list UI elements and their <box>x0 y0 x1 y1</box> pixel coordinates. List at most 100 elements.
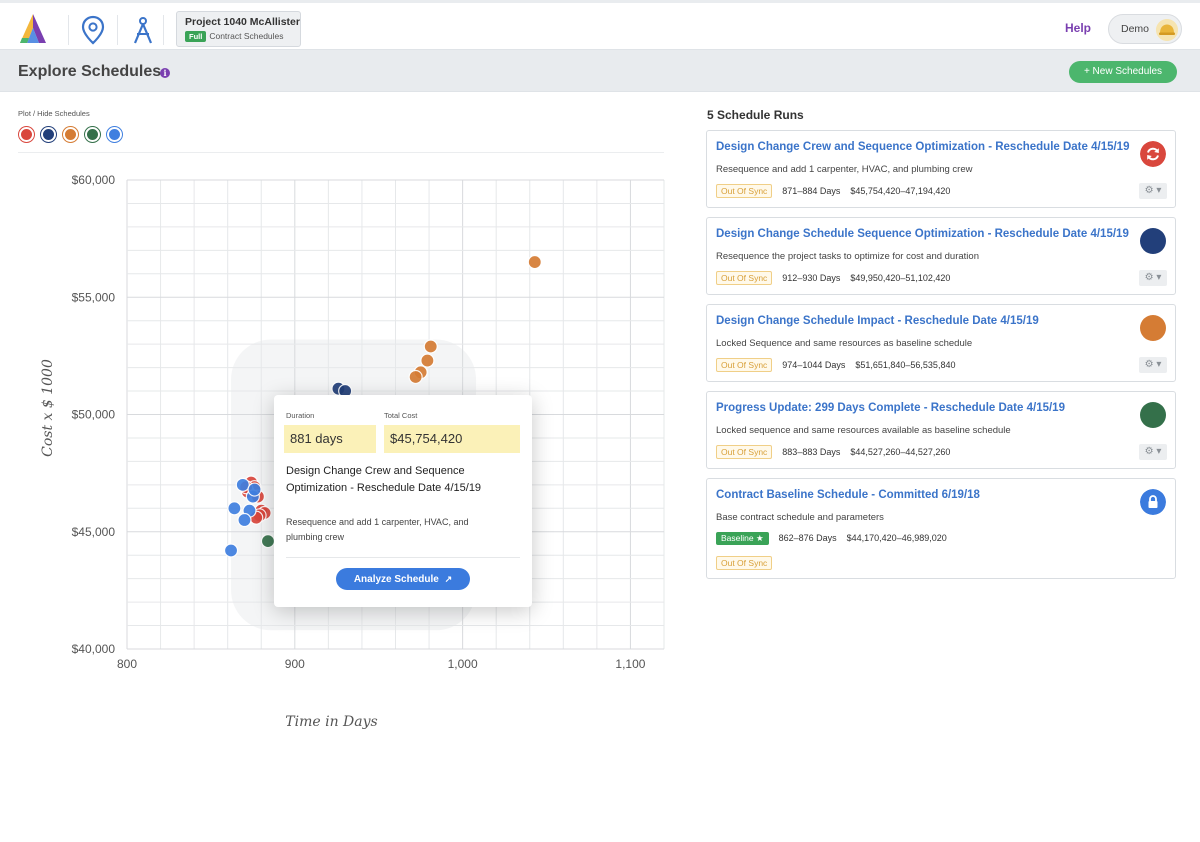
data-point <box>420 353 435 368</box>
full-badge: Full <box>185 31 207 42</box>
x-axis-title: Time in Days <box>285 714 377 730</box>
schedule-run-card[interactable]: Progress Update: 299 Days Complete - Res… <box>706 391 1176 469</box>
hard-hat-avatar-icon <box>1156 19 1178 41</box>
help-link[interactable]: Help <box>1065 21 1091 35</box>
run-cost: $44,170,420–46,989,020 <box>846 533 947 543</box>
y-tick-label: $40,000 <box>72 642 116 656</box>
schedule-run-card[interactable]: Design Change Schedule Impact - Reschedu… <box>706 304 1176 382</box>
page-title: Explore Schedules <box>18 63 162 80</box>
toggle-schedule-blue[interactable] <box>107 127 122 142</box>
toggle-schedule-navy[interactable] <box>41 127 56 142</box>
run-status-row: Out Of Sync <box>716 556 782 570</box>
schedule-color-dot-icon[interactable] <box>1140 315 1166 341</box>
run-cost: $44,527,260–44,527,260 <box>850 447 951 457</box>
duration-label: Duration <box>286 411 315 420</box>
run-description: Base contract schedule and parameters <box>716 512 884 523</box>
gear-menu-icon[interactable]: ⚙ ▾ <box>1139 357 1167 373</box>
app-logo-icon[interactable] <box>16 12 50 46</box>
refresh-icon[interactable] <box>1140 141 1166 167</box>
run-cost: $45,754,420–47,194,420 <box>850 186 951 196</box>
page-header: Explore Schedules <box>0 50 1200 92</box>
run-meta: Out Of Sync 883–883 Days $44,527,260–44,52… <box>716 445 960 459</box>
schedule-runs-heading: 5 Schedule Runs <box>707 108 804 122</box>
schedule-tooltip: Duration Total Cost 881 days $45,754,420… <box>274 395 532 607</box>
gear-menu-icon[interactable]: ⚙ ▾ <box>1139 444 1167 460</box>
data-point <box>237 512 252 528</box>
data-point <box>227 501 242 516</box>
run-meta: Out Of Sync 912–930 Days $49,950,420–51,10… <box>716 271 960 285</box>
analyze-schedule-label: Analyze Schedule <box>353 574 439 585</box>
schedule-run-card[interactable]: Design Change Schedule Sequence Optimiza… <box>706 217 1176 295</box>
run-description: Resequence the project tasks to optimize… <box>716 251 979 262</box>
toggle-schedule-red[interactable] <box>19 127 34 142</box>
run-title[interactable]: Design Change Crew and Sequence Optimiza… <box>716 141 1129 153</box>
run-cost: $51,651,840–56,535,840 <box>855 360 956 370</box>
out-of-sync-badge: Out Of Sync <box>716 184 773 198</box>
tooltip-title: Design Change Crew and Sequence Optimiza… <box>286 465 482 494</box>
external-link-icon: ↗ <box>444 574 453 584</box>
run-title[interactable]: Design Change Schedule Impact - Reschedu… <box>716 315 1039 327</box>
x-tick-label: 1,000 <box>448 657 478 671</box>
baseline-badge: Baseline ★ <box>716 532 769 545</box>
schedule-run-card[interactable]: Design Change Crew and Sequence Optimiza… <box>706 130 1176 208</box>
run-description: Locked sequence and same resources avail… <box>716 425 1011 436</box>
nav-separator <box>163 15 164 45</box>
map-pin-icon[interactable] <box>80 15 106 45</box>
out-of-sync-badge: Out Of Sync <box>716 445 773 459</box>
info-icon[interactable]: i <box>160 68 170 78</box>
new-schedules-button[interactable]: + New Schedules <box>1069 61 1177 83</box>
data-point <box>247 482 262 497</box>
schedule-color-dot-icon[interactable] <box>1140 228 1166 254</box>
run-days: 974–1044 Days <box>782 360 846 370</box>
run-description: Resequence and add 1 carpenter, HVAC, an… <box>716 164 973 175</box>
toggle-schedule-green[interactable] <box>85 127 100 142</box>
divider <box>18 152 664 153</box>
compass-tool-icon[interactable] <box>130 15 156 45</box>
x-tick-label: 800 <box>117 657 137 671</box>
tooltip-description: Resequence and add 1 carpenter, HVAC, an… <box>286 517 469 542</box>
out-of-sync-badge: Out Of Sync <box>716 271 773 285</box>
plot-hide-label: Plot / Hide Schedules <box>18 109 90 118</box>
x-tick-label: 900 <box>285 657 305 671</box>
run-meta: Out Of Sync 871–884 Days $45,754,420–47,19… <box>716 184 960 198</box>
run-description: Locked Sequence and same resources as ba… <box>716 338 973 349</box>
run-title[interactable]: Progress Update: 299 Days Complete - Res… <box>716 402 1065 414</box>
run-title[interactable]: Contract Baseline Schedule - Committed 6… <box>716 489 980 501</box>
data-point <box>260 534 276 549</box>
run-days: 871–884 Days <box>782 186 841 196</box>
data-point <box>223 543 239 558</box>
gear-menu-icon[interactable]: ⚙ ▾ <box>1139 270 1167 286</box>
project-name: Project 1040 McAllister <box>185 16 300 28</box>
divider <box>286 557 520 558</box>
nav-separator <box>68 15 69 45</box>
x-tick-label: 1,100 <box>615 657 645 671</box>
user-menu[interactable]: Demo <box>1108 14 1182 44</box>
total-cost-label: Total Cost <box>384 411 418 420</box>
y-tick-label: $60,000 <box>72 173 116 187</box>
y-tick-label: $45,000 <box>72 525 116 539</box>
schedule-run-card[interactable]: Contract Baseline Schedule - Committed 6… <box>706 478 1176 579</box>
y-tick-label: $55,000 <box>72 290 116 304</box>
out-of-sync-badge: Out Of Sync <box>716 556 773 570</box>
run-days: 883–883 Days <box>782 447 841 457</box>
run-cost: $49,950,420–51,102,420 <box>850 273 951 283</box>
data-point <box>235 477 250 492</box>
total-cost-value: $45,754,420 <box>384 425 520 453</box>
y-tick-label: $50,000 <box>72 408 116 422</box>
run-meta: Out Of Sync 974–1044 Days $51,651,840–56,5… <box>716 358 965 372</box>
project-selector[interactable]: Project 1040 McAllister Full Contract Sch… <box>176 11 301 47</box>
nav-separator <box>117 15 118 45</box>
gear-menu-icon[interactable]: ⚙ ▾ <box>1139 183 1167 199</box>
out-of-sync-badge: Out Of Sync <box>716 358 773 372</box>
data-point <box>423 339 438 354</box>
toggle-schedule-orange[interactable] <box>63 127 78 142</box>
run-title[interactable]: Design Change Schedule Sequence Optimiza… <box>716 228 1129 240</box>
run-meta: Baseline ★ 862–876 Days $44,170,420–46,989… <box>716 532 957 545</box>
data-point <box>527 254 542 270</box>
run-days: 862–876 Days <box>778 533 837 543</box>
schedule-color-dot-icon[interactable] <box>1140 402 1166 428</box>
project-subtitle: Full Contract Schedules <box>185 31 292 42</box>
analyze-schedule-button[interactable]: Analyze Schedule ↗ <box>336 568 470 590</box>
lock-icon[interactable] <box>1140 489 1166 515</box>
y-axis-title: Cost x $ 1000 <box>40 359 56 457</box>
